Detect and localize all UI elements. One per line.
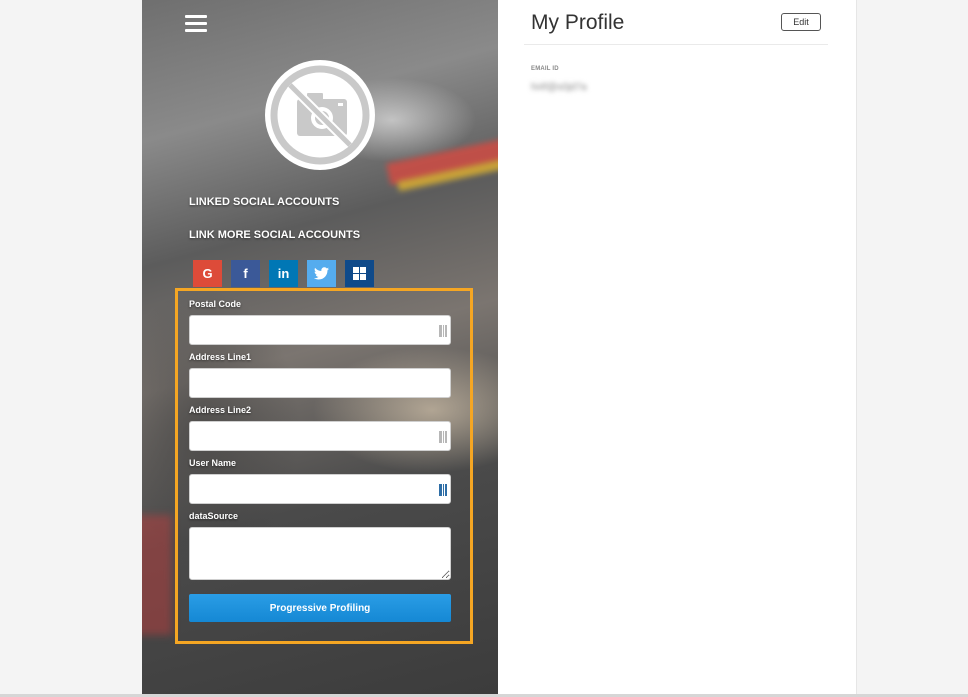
linkedin-icon: in [277,266,290,281]
progressive-profiling-button[interactable]: Progressive Profiling [189,594,451,622]
background-decoration [142,515,172,635]
left-panel: LINKED SOCIAL ACCOUNTS LINK MORE SOCIAL … [142,0,498,694]
google-login-button[interactable]: G [193,260,222,287]
link-more-accounts-title: LINK MORE SOCIAL ACCOUNTS [189,229,361,241]
email-value: hi4f@s0jd7a [531,82,587,93]
hamburger-menu-icon[interactable] [185,15,207,33]
data-source-textarea[interactable] [189,527,451,580]
address-line1-label: Address Line1 [189,352,252,362]
page-title: My Profile [531,11,625,34]
autofill-key-icon[interactable] [439,484,448,496]
windows-login-button[interactable] [345,260,374,287]
windows-logo-icon [353,267,366,280]
edit-button[interactable]: Edit [781,13,821,31]
facebook-icon: f [243,266,248,281]
facebook-login-button[interactable]: f [231,260,260,287]
linked-accounts-title: LINKED SOCIAL ACCOUNTS [189,196,340,208]
postal-code-label: Postal Code [189,299,242,309]
address-line2-label: Address Line2 [189,405,252,415]
user-name-label: User Name [189,458,237,468]
autofill-key-icon[interactable] [439,325,448,337]
email-label: EMAIL ID [531,66,559,72]
divider [524,44,828,45]
postal-code-input[interactable] [189,315,451,345]
data-source-label: dataSource [189,511,239,521]
address-line1-input[interactable] [189,368,451,398]
linkedin-login-button[interactable]: in [269,260,298,287]
twitter-bird-icon [314,267,329,280]
google-icon: G [202,266,213,281]
no-camera-icon [270,65,370,165]
user-name-input[interactable] [189,474,451,504]
address-line2-input[interactable] [189,421,451,451]
autofill-key-icon[interactable] [439,431,448,443]
twitter-login-button[interactable] [307,260,336,287]
profile-panel: My Profile Edit EMAIL ID hi4f@s0jd7a [498,0,857,694]
social-buttons: G f in [193,260,374,287]
avatar[interactable] [265,60,375,170]
